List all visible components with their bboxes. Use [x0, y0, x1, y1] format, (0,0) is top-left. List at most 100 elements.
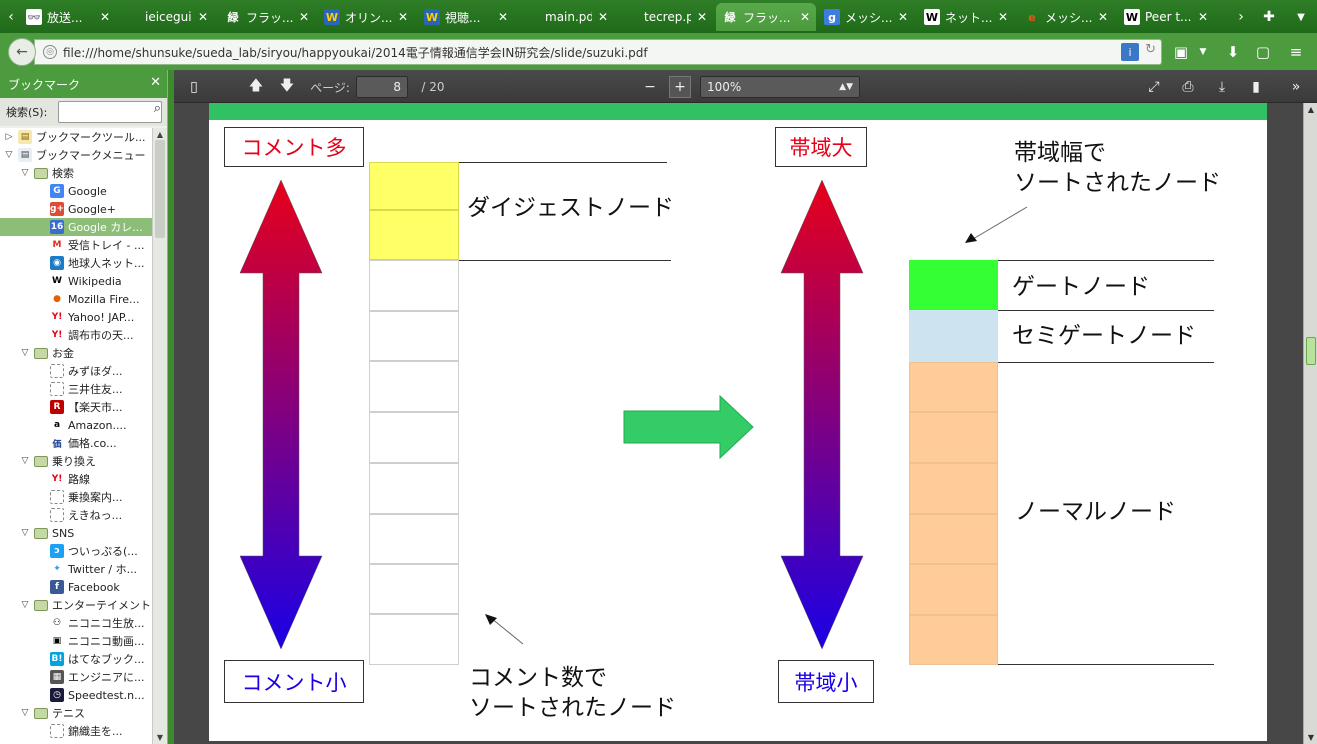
- close-tab-icon[interactable]: ✕: [100, 10, 110, 24]
- dropdown-icon[interactable]: ▼: [1192, 41, 1214, 63]
- bookmark-item[interactable]: 乗換案内...: [0, 488, 152, 506]
- bookmark-item[interactable]: g+ Google+: [0, 200, 152, 218]
- bookmark-item[interactable]: ● Mozilla Fire...: [0, 290, 152, 308]
- tab[interactable]: ieiceguid... ✕: [118, 3, 214, 31]
- download-icon[interactable]: ⬇: [1222, 41, 1244, 63]
- scroll-down-icon[interactable]: ▼: [1305, 733, 1317, 742]
- previous-page-icon[interactable]: 🡅: [246, 76, 266, 98]
- close-tab-icon[interactable]: ✕: [1198, 10, 1208, 24]
- bookmark-folder[interactable]: ▽ 検索: [0, 164, 152, 182]
- bookmark-item[interactable]: ✦ Twitter / ホ...: [0, 560, 152, 578]
- fullscreen-icon[interactable]: ⤢: [1144, 76, 1164, 98]
- tab[interactable]: 緑フラッ... ✕: [716, 3, 816, 31]
- bookmark-folder[interactable]: ▽ エンターテイメント: [0, 596, 152, 614]
- sidebar-scrollbar[interactable]: ▲ ▼: [152, 128, 167, 744]
- url-text[interactable]: file:///home/shunsuke/sueda_lab/siryou/h…: [63, 44, 648, 61]
- bookmark-item[interactable]: R 【楽天市...: [0, 398, 152, 416]
- tab[interactable]: g メッシ... ✕: [818, 3, 914, 31]
- bookmark-item[interactable]: f Facebook: [0, 578, 152, 596]
- twisty-icon[interactable]: ▽: [4, 150, 14, 160]
- search-input[interactable]: [58, 101, 162, 123]
- url-bar[interactable]: ◎ file:///home/shunsuke/sueda_lab/siryou…: [34, 39, 1162, 65]
- page-number-input[interactable]: 8: [356, 76, 408, 98]
- scrollbar-thumb[interactable]: [1306, 337, 1316, 365]
- bookmark-item[interactable]: ⚇ ニコニコ生放...: [0, 614, 152, 632]
- close-tab-icon[interactable]: ✕: [697, 10, 707, 24]
- twisty-icon[interactable]: ▷: [4, 132, 14, 142]
- bookmark-folder[interactable]: ▽ お金: [0, 344, 152, 362]
- twisty-icon[interactable]: ▽: [20, 456, 30, 466]
- close-tab-icon[interactable]: ✕: [598, 10, 608, 24]
- tab-scroll-left-icon[interactable]: ‹: [0, 3, 22, 31]
- tab[interactable]: 緑フラッ... ✕: [219, 3, 315, 31]
- bookmark-item[interactable]: G Google: [0, 182, 152, 200]
- bookmark-item[interactable]: M 受信トレイ - ...: [0, 236, 152, 254]
- zoom-select[interactable]: 100% ▲▼: [700, 76, 860, 98]
- bookmark-item[interactable]: ▽ ▤ ブックマークメニュー: [0, 146, 152, 164]
- bookmark-item[interactable]: ◷ Speedtest.n...: [0, 686, 152, 704]
- tab[interactable]: W 視聴... ✕: [418, 3, 514, 31]
- bookmark-item[interactable]: Y! 調布市の天...: [0, 326, 152, 344]
- extension-icon[interactable]: ▣: [1170, 41, 1192, 63]
- bookmark-item[interactable]: Y! 路線: [0, 470, 152, 488]
- bookmark-item[interactable]: 価価格.co...: [0, 434, 152, 452]
- tab[interactable]: 👓 放送... ✕: [20, 3, 116, 31]
- tab-list-icon[interactable]: ▼: [1290, 3, 1312, 31]
- bookmark-item[interactable]: ▣ ニコニコ動画...: [0, 632, 152, 650]
- reload-icon[interactable]: ↻: [1145, 42, 1156, 57]
- tab[interactable]: tecrep.pdf ✕: [617, 3, 713, 31]
- zoom-in-button[interactable]: +: [669, 76, 691, 98]
- close-tab-icon[interactable]: ✕: [398, 10, 408, 24]
- bookmark-item[interactable]: W Wikipedia: [0, 272, 152, 290]
- bookmark-item[interactable]: ↄ ついっぷる(...: [0, 542, 152, 560]
- back-button[interactable]: ←: [8, 38, 36, 66]
- save-icon[interactable]: ⤓: [1212, 76, 1232, 98]
- twisty-icon[interactable]: ▽: [20, 528, 30, 538]
- bookmark-item[interactable]: 三井住友...: [0, 380, 152, 398]
- bookmark-item[interactable]: えきねっ...: [0, 506, 152, 524]
- bookmark-item[interactable]: 錦織圭を...: [0, 722, 152, 740]
- bookmark-item[interactable]: ▷ ▤ ブックマークツール...: [0, 128, 152, 146]
- scroll-up-icon[interactable]: ▲: [1305, 105, 1317, 114]
- next-page-icon[interactable]: 🡇: [277, 76, 297, 98]
- bookmark-item[interactable]: B! はてなブック...: [0, 650, 152, 668]
- scroll-up-icon[interactable]: ▲: [154, 130, 166, 139]
- bookmark-item[interactable]: Y! Yahoo! JAP...: [0, 308, 152, 326]
- tab[interactable]: W ネット... ✕: [918, 3, 1014, 31]
- close-tab-icon[interactable]: ✕: [998, 10, 1008, 24]
- tab[interactable]: main.pdf ✕: [518, 3, 614, 31]
- close-tab-icon[interactable]: ✕: [1098, 10, 1108, 24]
- tools-icon[interactable]: »: [1286, 76, 1306, 98]
- bookmark-folder[interactable]: ▽ SNS: [0, 524, 152, 542]
- bookmark-folder[interactable]: ▽ 乗り換え: [0, 452, 152, 470]
- new-tab-icon[interactable]: ✚: [1258, 3, 1280, 31]
- close-tab-icon[interactable]: ✕: [299, 10, 309, 24]
- twisty-icon[interactable]: ▽: [20, 168, 30, 178]
- bookmark-folder[interactable]: ▽ テニス: [0, 704, 152, 722]
- tab[interactable]: W Peer t... ✕: [1118, 3, 1214, 31]
- pdf-scrollbar[interactable]: ▲ ▼: [1303, 103, 1317, 744]
- scrollbar-thumb[interactable]: [155, 140, 165, 238]
- bookmark-item[interactable]: みずほダ...: [0, 362, 152, 380]
- sidebar-toggle-icon[interactable]: ▯: [184, 76, 204, 98]
- print-icon[interactable]: ⎙: [1178, 76, 1198, 98]
- close-icon[interactable]: ✕: [150, 75, 161, 90]
- identity-icon[interactable]: i: [1121, 43, 1139, 61]
- tab-scroll-right-icon[interactable]: ›: [1230, 3, 1252, 31]
- bookmark-icon[interactable]: ▮: [1246, 76, 1266, 98]
- tab[interactable]: e メッシ... ✕: [1018, 3, 1114, 31]
- bookmark-item[interactable]: a Amazon....: [0, 416, 152, 434]
- close-tab-icon[interactable]: ✕: [198, 10, 208, 24]
- bookmark-item[interactable]: ▦ エンジニアに...: [0, 668, 152, 686]
- twisty-icon[interactable]: ▽: [20, 348, 30, 358]
- close-tab-icon[interactable]: ✕: [498, 10, 508, 24]
- search-icon[interactable]: ⌕: [154, 101, 161, 116]
- bookmark-item[interactable]: 16 Google カレ...: [0, 218, 152, 236]
- twisty-icon[interactable]: ▽: [20, 708, 30, 718]
- menu-icon[interactable]: ≡: [1285, 41, 1307, 63]
- twisty-icon[interactable]: ▽: [20, 600, 30, 610]
- tab[interactable]: W オリン... ✕: [318, 3, 414, 31]
- close-tab-icon[interactable]: ✕: [898, 10, 908, 24]
- scroll-down-icon[interactable]: ▼: [154, 733, 166, 742]
- bookmark-item[interactable]: ◉ 地球人ネット...: [0, 254, 152, 272]
